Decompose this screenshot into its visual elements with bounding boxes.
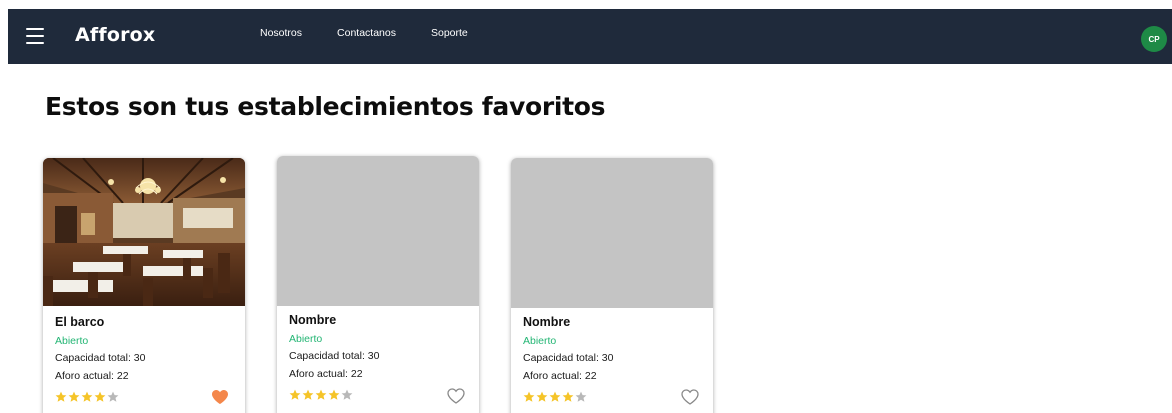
star-filled-icon bbox=[562, 390, 574, 402]
star-rating bbox=[289, 388, 353, 400]
current-occupancy: Aforo actual: 22 bbox=[55, 370, 129, 382]
star-filled-icon bbox=[302, 388, 314, 400]
page-title: Estos son tus establecimientos favoritos bbox=[45, 92, 606, 121]
star-empty-icon bbox=[341, 388, 353, 400]
current-occupancy: Aforo actual: 22 bbox=[523, 370, 597, 382]
nav-link-nosotros[interactable]: Nosotros bbox=[260, 27, 302, 39]
nav-link-soporte[interactable]: Soporte bbox=[431, 27, 468, 39]
current-occupancy: Aforo actual: 22 bbox=[289, 368, 363, 380]
star-filled-icon bbox=[94, 390, 106, 402]
status-badge: Abierto bbox=[523, 335, 557, 347]
placeholder-image bbox=[277, 156, 479, 306]
star-filled-icon bbox=[536, 390, 548, 402]
nav-link-contactanos[interactable]: Contactanos bbox=[337, 27, 396, 39]
heart-outline-icon[interactable] bbox=[447, 388, 465, 404]
establishment-name: Nombre bbox=[289, 313, 337, 327]
star-filled-icon bbox=[549, 390, 561, 402]
star-empty-icon bbox=[575, 390, 587, 402]
star-rating bbox=[523, 390, 587, 402]
app-frame: Afforox Nosotros Contactanos Soporte CP … bbox=[0, 0, 1172, 413]
placeholder-image bbox=[511, 158, 713, 308]
restaurant-interior-photo bbox=[43, 158, 245, 306]
star-filled-icon bbox=[315, 388, 327, 400]
top-navbar: Afforox Nosotros Contactanos Soporte CP bbox=[8, 9, 1172, 64]
establishment-card[interactable]: Nombre Abierto Capacidad total: 30 Aforo… bbox=[511, 158, 713, 413]
brand-logo[interactable]: Afforox bbox=[75, 24, 155, 46]
status-badge: Abierto bbox=[55, 335, 89, 347]
star-filled-icon bbox=[68, 390, 80, 402]
star-rating bbox=[55, 390, 119, 402]
establishment-card[interactable]: El barco Abierto Capacidad total: 30 Afo… bbox=[43, 158, 245, 413]
star-filled-icon bbox=[328, 388, 340, 400]
heart-outline-icon[interactable] bbox=[681, 389, 699, 405]
heart-filled-icon[interactable] bbox=[211, 389, 229, 405]
total-capacity: Capacidad total: 30 bbox=[523, 352, 614, 364]
total-capacity: Capacidad total: 30 bbox=[55, 352, 146, 364]
establishment-name: El barco bbox=[55, 315, 105, 329]
establishment-card[interactable]: Nombre Abierto Capacidad total: 30 Aforo… bbox=[277, 156, 479, 413]
star-filled-icon bbox=[523, 390, 535, 402]
star-filled-icon bbox=[289, 388, 301, 400]
nav-links: Nosotros Contactanos Soporte bbox=[260, 27, 468, 39]
user-avatar[interactable]: CP bbox=[1141, 26, 1167, 52]
hamburger-menu-icon[interactable] bbox=[26, 28, 44, 44]
establishment-name: Nombre bbox=[523, 315, 571, 329]
star-filled-icon bbox=[81, 390, 93, 402]
star-filled-icon bbox=[55, 390, 67, 402]
star-empty-icon bbox=[107, 390, 119, 402]
status-badge: Abierto bbox=[289, 333, 323, 345]
total-capacity: Capacidad total: 30 bbox=[289, 350, 380, 362]
